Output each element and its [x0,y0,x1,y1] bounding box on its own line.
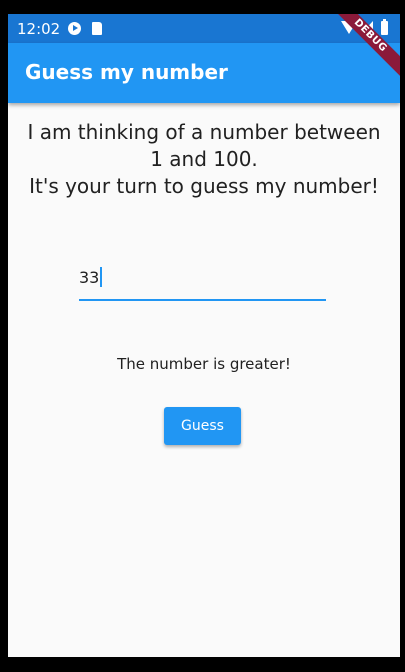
guess-input-value: 33 [79,268,100,287]
feedback-text: The number is greater! [117,355,291,373]
app-bar: Guess my number [8,43,400,103]
sd-card-icon [92,22,102,35]
guess-input-text: 33 [79,267,103,287]
status-bar: 12:02 [8,14,400,43]
battery-icon [381,19,388,35]
status-time: 12:02 [17,20,61,38]
phone-screen: 12:02 DEBUG Guess my number I am thinkin… [8,14,400,657]
app-title: Guess my number [25,60,228,84]
main-content: I am thinking of a number between 1 and … [8,103,400,657]
guess-input[interactable]: 33 [79,259,326,301]
text-caret [100,267,103,287]
play-protect-icon [68,22,81,35]
intro-line-1: I am thinking of a number between 1 and … [27,120,381,171]
intro-line-2: It's your turn to guess my number! [29,174,379,198]
intro-text: I am thinking of a number between 1 and … [18,119,390,200]
guess-button[interactable]: Guess [164,407,241,445]
